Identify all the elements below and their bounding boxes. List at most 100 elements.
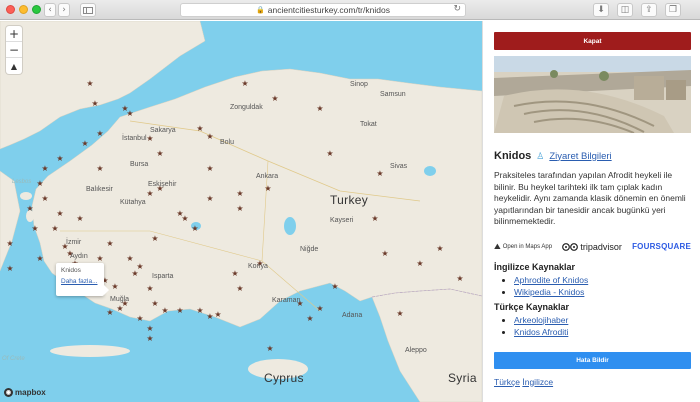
site-marker[interactable]: ★: [214, 310, 221, 319]
site-marker[interactable]: ★: [106, 308, 113, 317]
zoom-out-button[interactable]: −: [6, 42, 22, 58]
site-marker[interactable]: ★: [151, 234, 158, 243]
site-marker[interactable]: ★: [146, 134, 153, 143]
site-marker[interactable]: ★: [96, 164, 103, 173]
site-marker[interactable]: ★: [264, 184, 271, 193]
site-marker[interactable]: ★: [136, 314, 143, 323]
site-marker[interactable]: ★: [191, 224, 198, 233]
site-marker[interactable]: ★: [376, 169, 383, 178]
forward-button[interactable]: ›: [58, 3, 70, 17]
site-marker[interactable]: ★: [306, 314, 313, 323]
site-marker[interactable]: ★: [236, 204, 243, 213]
site-marker[interactable]: ★: [146, 324, 153, 333]
mapbox-attribution[interactable]: ◉ mapbox: [4, 388, 46, 397]
site-marker[interactable]: ★: [326, 149, 333, 158]
site-marker[interactable]: ★: [161, 306, 168, 315]
site-marker[interactable]: ★: [76, 214, 83, 223]
site-marker[interactable]: ★: [56, 209, 63, 218]
turkish-source-link[interactable]: Knidos Afroditi: [514, 327, 568, 337]
site-marker[interactable]: ★: [41, 194, 48, 203]
site-marker[interactable]: ★: [56, 154, 63, 163]
report-error-button[interactable]: Hata Bildir: [494, 351, 691, 369]
site-marker[interactable]: ★: [396, 309, 403, 318]
lang-english-link[interactable]: İngilizce: [522, 377, 553, 387]
download-icon[interactable]: ⬇: [593, 3, 609, 17]
map-label: Sivas: [390, 163, 408, 170]
site-marker[interactable]: ★: [206, 132, 213, 141]
site-marker[interactable]: ★: [86, 79, 93, 88]
site-marker[interactable]: ★: [136, 262, 143, 271]
map-label: Balıkesir: [86, 186, 113, 193]
site-marker[interactable]: ★: [106, 239, 113, 248]
site-marker[interactable]: ★: [51, 224, 58, 233]
site-marker[interactable]: ★: [36, 254, 43, 263]
site-marker[interactable]: ★: [206, 164, 213, 173]
site-marker[interactable]: ★: [236, 284, 243, 293]
turkish-source-link[interactable]: Arkeolojihaber: [514, 315, 568, 325]
site-marker[interactable]: ★: [36, 179, 43, 188]
site-marker[interactable]: ★: [416, 259, 423, 268]
site-marker[interactable]: ★: [151, 299, 158, 308]
sidebar-toggle-icon[interactable]: [80, 3, 96, 17]
site-marker[interactable]: ★: [146, 189, 153, 198]
pocket-icon[interactable]: ◫: [617, 3, 633, 17]
open-in-maps-badge[interactable]: ⛰ Open in Maps App: [494, 242, 552, 252]
site-marker[interactable]: ★: [81, 139, 88, 148]
map-label: Kayseri: [330, 217, 354, 224]
address-bar[interactable]: 🔒 ancientcitiesturkey.com/tr/knidos ↻: [180, 3, 466, 17]
site-marker[interactable]: ★: [316, 304, 323, 313]
reload-icon[interactable]: ↻: [453, 4, 461, 14]
site-marker[interactable]: ★: [236, 189, 243, 198]
site-marker[interactable]: ★: [436, 244, 443, 253]
site-marker[interactable]: ★: [456, 274, 463, 283]
site-marker[interactable]: ★: [146, 334, 153, 343]
site-marker[interactable]: ★: [381, 249, 388, 258]
fullscreen-window-button[interactable]: [32, 5, 41, 14]
site-marker[interactable]: ★: [196, 306, 203, 315]
foursquare-badge[interactable]: FOURSQUARE: [632, 242, 691, 251]
close-button[interactable]: Kapat: [494, 32, 691, 50]
site-marker[interactable]: ★: [241, 79, 248, 88]
site-marker[interactable]: ★: [181, 214, 188, 223]
minimize-window-button[interactable]: [19, 5, 28, 14]
site-marker[interactable]: ★: [371, 214, 378, 223]
site-marker[interactable]: ★: [96, 129, 103, 138]
site-marker[interactable]: ★: [206, 312, 213, 321]
site-marker[interactable]: ★: [271, 94, 278, 103]
site-marker[interactable]: ★: [111, 282, 118, 291]
tripadvisor-badge[interactable]: tripadvisor: [562, 242, 622, 252]
site-marker[interactable]: ★: [331, 282, 338, 291]
popup-title: Knidos: [61, 267, 81, 274]
site-marker[interactable]: ★: [91, 99, 98, 108]
site-marker[interactable]: ★: [41, 164, 48, 173]
map-view[interactable]: ★ ★ ★ ★ ★ ★ ★ ★ ★ ★ ★ ★ ★ ★ ★ ★ ★ ★ ★ ★ ★ ★ ★ ★ ★ ★ ★ ★ ★ ★ ★ ★ ★ ★ ★ ★ ★ ★ ★ ★…: [0, 21, 482, 402]
site-marker[interactable]: ★: [316, 104, 323, 113]
back-button[interactable]: ‹: [44, 3, 56, 17]
site-marker[interactable]: ★: [176, 306, 183, 315]
site-marker[interactable]: ★: [231, 269, 238, 278]
site-marker[interactable]: ★: [206, 194, 213, 203]
visit-info-link[interactable]: Ziyaret Bilgileri: [549, 151, 611, 162]
share-icon[interactable]: ⇪: [641, 3, 657, 17]
site-marker[interactable]: ★: [6, 264, 13, 273]
site-marker[interactable]: ★: [126, 109, 133, 118]
tabs-icon[interactable]: ❐: [665, 3, 681, 17]
compass-button[interactable]: ▲: [6, 58, 22, 74]
lang-turkish-link[interactable]: Türkçe: [494, 377, 520, 387]
site-marker[interactable]: ★: [26, 204, 33, 213]
close-window-button[interactable]: [6, 5, 15, 14]
popup-more-link[interactable]: Daha fazla...: [61, 278, 99, 285]
map-label: Aleppo: [405, 347, 427, 354]
english-source-link[interactable]: Wikipedia - Knidos: [514, 287, 584, 297]
map-label: Bursa: [130, 161, 149, 168]
site-marker[interactable]: ★: [196, 124, 203, 133]
site-marker[interactable]: ★: [6, 239, 13, 248]
site-marker[interactable]: ★: [126, 254, 133, 263]
site-marker[interactable]: ★: [146, 284, 153, 293]
site-marker[interactable]: ★: [156, 149, 163, 158]
site-marker[interactable]: ★: [96, 254, 103, 263]
site-marker[interactable]: ★: [31, 224, 38, 233]
site-marker[interactable]: ★: [266, 344, 273, 353]
english-source-link[interactable]: Aphrodite of Knidos: [514, 275, 588, 285]
zoom-in-button[interactable]: +: [6, 26, 22, 42]
